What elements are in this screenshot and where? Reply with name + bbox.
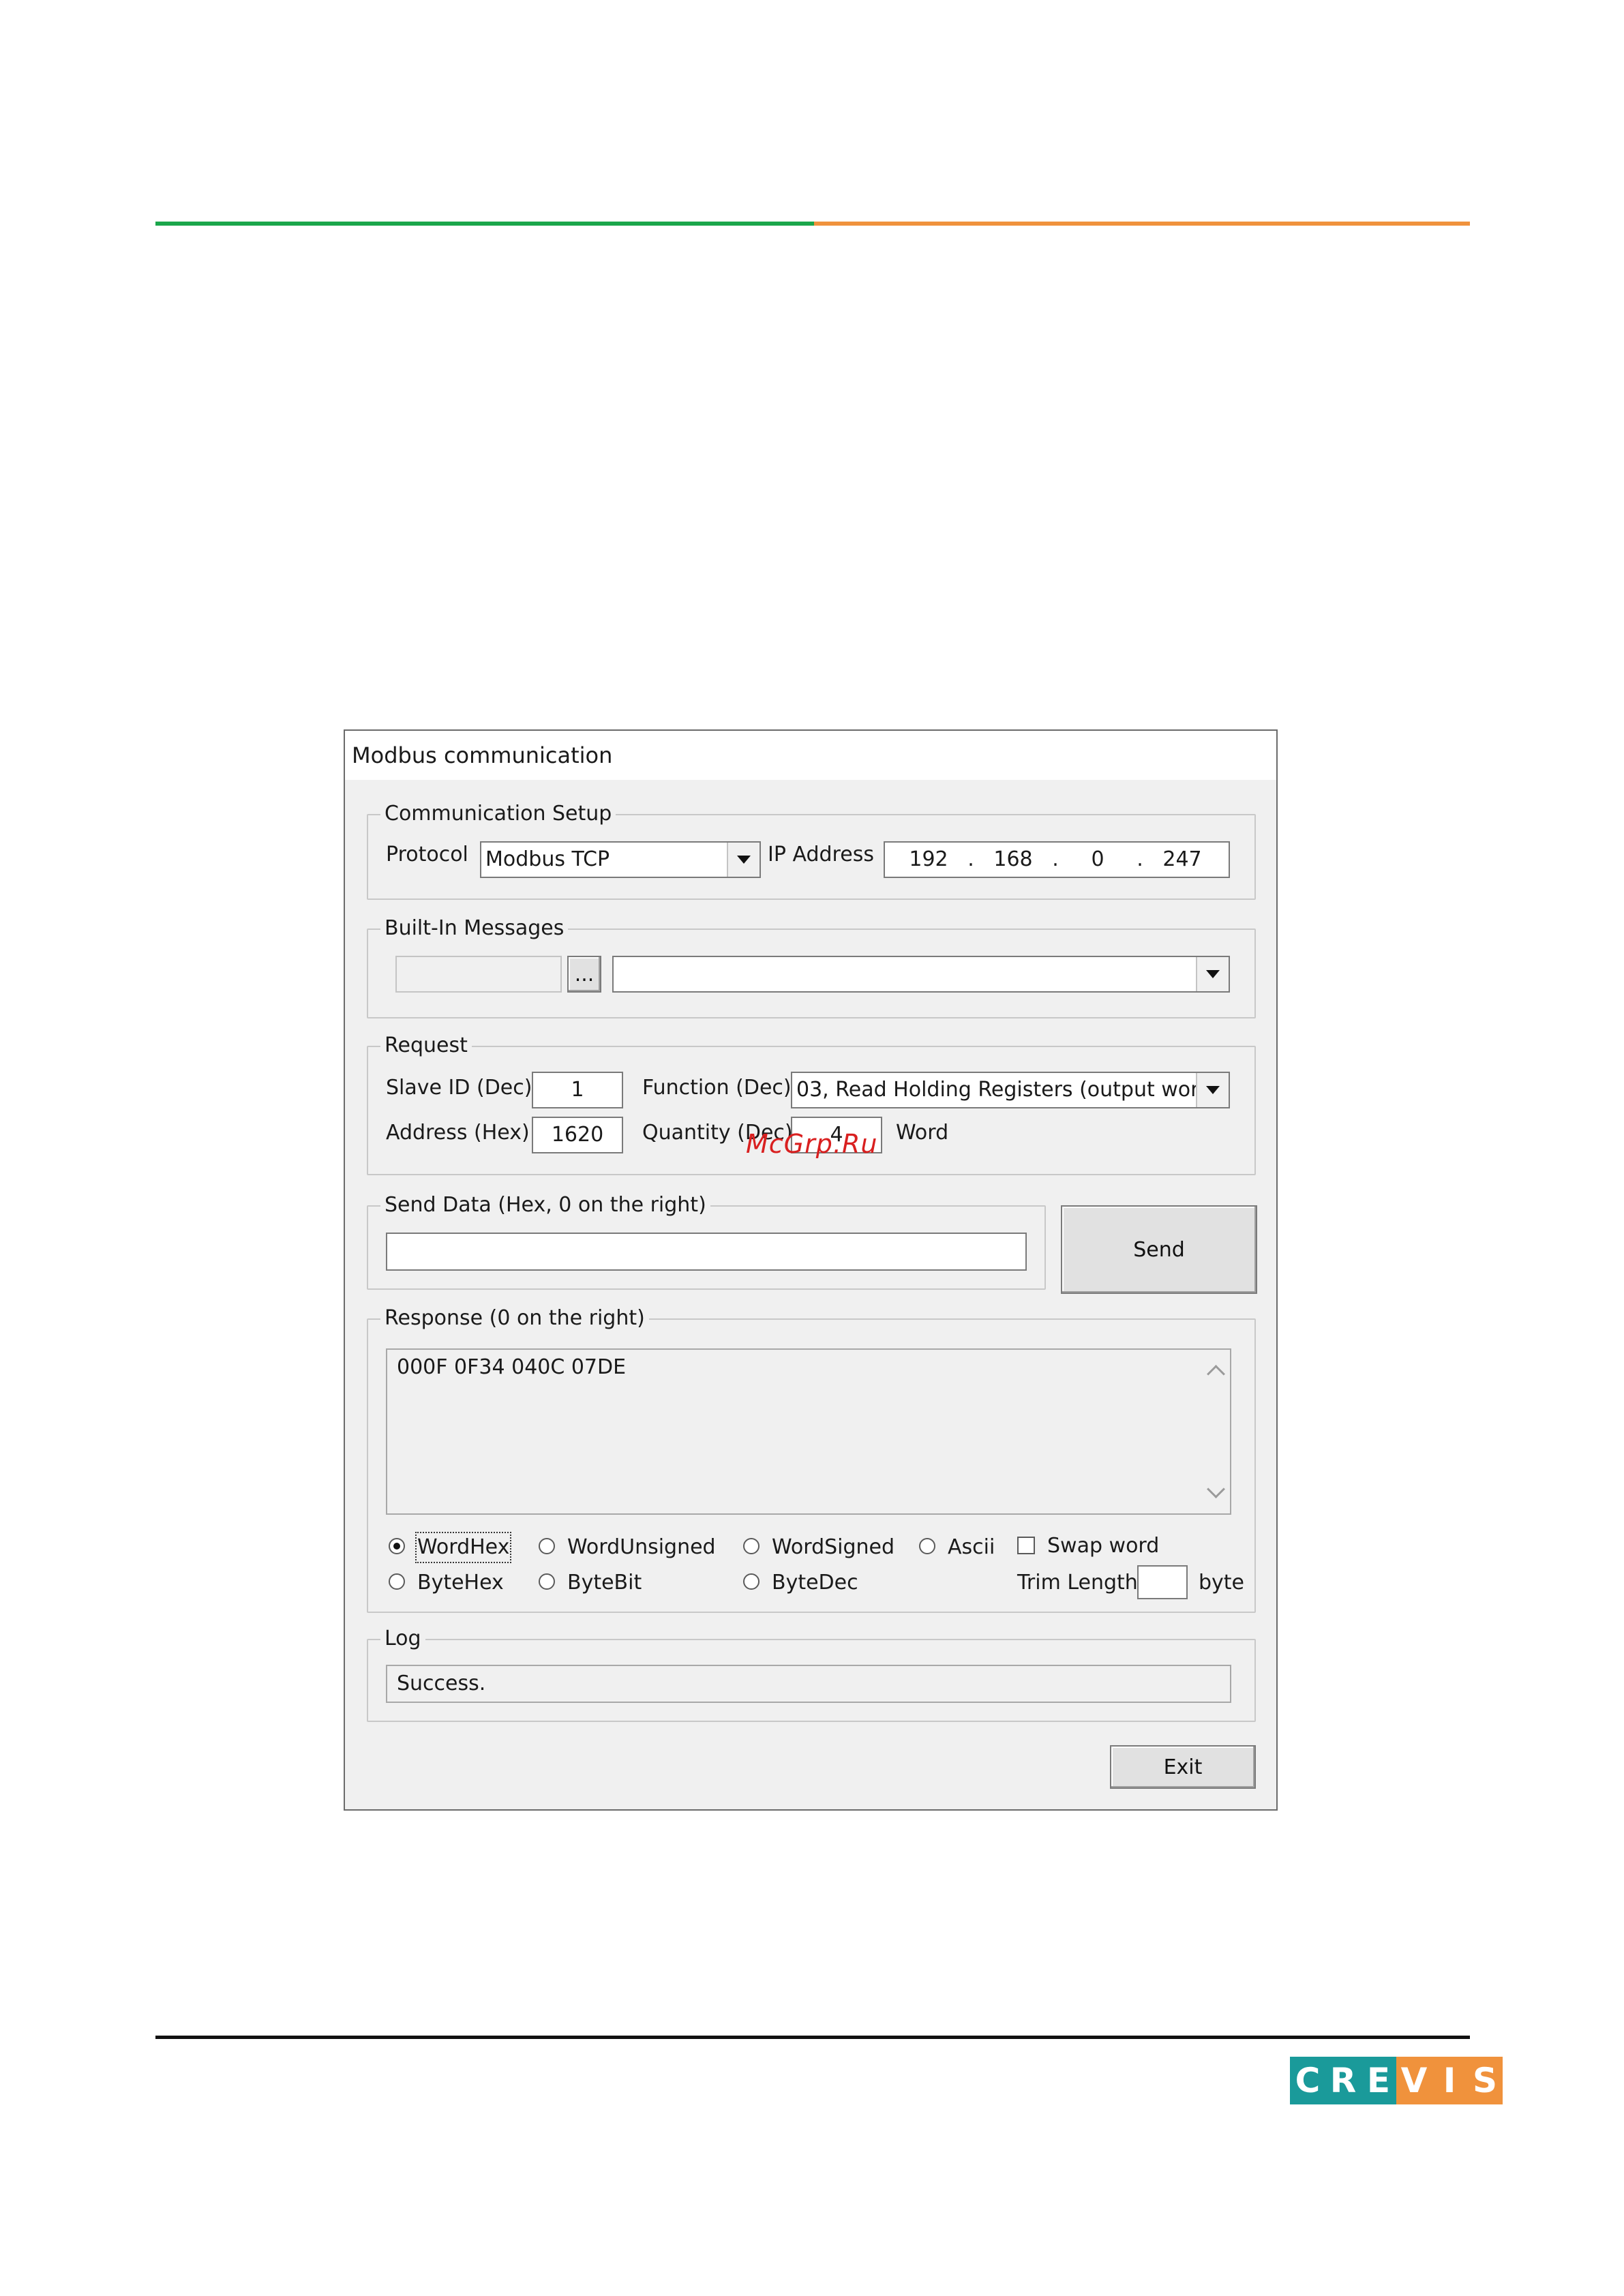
protocol-select[interactable]: Modbus TCP bbox=[480, 841, 761, 878]
trim-length-unit: byte bbox=[1199, 1571, 1245, 1595]
trim-length-label: Trim Length bbox=[1017, 1571, 1138, 1595]
chevron-down-icon bbox=[1206, 970, 1220, 978]
ip-address-input[interactable]: 192 . 168 . 0 . 247 bbox=[884, 841, 1230, 878]
protocol-label: Protocol bbox=[386, 843, 468, 866]
built-in-message-path bbox=[395, 956, 562, 993]
radio-bytehex[interactable] bbox=[389, 1573, 405, 1590]
send-data-title: Send Data (Hex, 0 on the right) bbox=[380, 1192, 710, 1219]
radio-ascii-label[interactable]: Ascii bbox=[948, 1534, 995, 1561]
radio-bytehex-label[interactable]: ByteHex bbox=[417, 1569, 504, 1597]
protocol-dropdown-button[interactable] bbox=[727, 843, 760, 877]
ip-octet-4[interactable]: 247 bbox=[1155, 843, 1209, 877]
message-dropdown-button[interactable] bbox=[1196, 957, 1229, 991]
response-output[interactable]: 000F 0F34 040C 07DE bbox=[386, 1348, 1231, 1515]
response-group: Response (0 on the right) 000F 0F34 040C… bbox=[367, 1305, 1256, 1613]
protocol-value: Modbus TCP bbox=[485, 847, 610, 871]
swap-word-checkbox[interactable] bbox=[1017, 1537, 1035, 1554]
log-title: Log bbox=[380, 1625, 425, 1652]
log-group: Log Success. bbox=[367, 1625, 1256, 1722]
slave-id-input[interactable]: 1 bbox=[532, 1072, 623, 1108]
radio-bytebit-label[interactable]: ByteBit bbox=[567, 1569, 642, 1597]
send-data-group: Send Data (Hex, 0 on the right) bbox=[367, 1192, 1046, 1290]
swap-word-label[interactable]: Swap word bbox=[1047, 1532, 1159, 1560]
logo-letter: R bbox=[1325, 2057, 1361, 2104]
scroll-down-icon[interactable] bbox=[1207, 1480, 1225, 1498]
radio-bytedec-label[interactable]: ByteDec bbox=[772, 1569, 858, 1597]
header-rule-orange bbox=[814, 222, 1470, 226]
modbus-dialog: Modbus communication Communication Setup… bbox=[344, 729, 1278, 1811]
function-select[interactable]: 03, Read Holding Registers (output word) bbox=[791, 1072, 1230, 1108]
header-rule-green bbox=[155, 222, 814, 226]
function-value: 03, Read Holding Registers (output word) bbox=[796, 1078, 1220, 1102]
logo-letter: I bbox=[1432, 2057, 1467, 2104]
function-dropdown-button[interactable] bbox=[1196, 1073, 1229, 1107]
radio-ascii[interactable] bbox=[919, 1538, 935, 1554]
send-button[interactable]: Send bbox=[1061, 1205, 1257, 1294]
address-input[interactable]: 1620 bbox=[532, 1117, 623, 1153]
built-in-messages-title: Built-In Messages bbox=[380, 915, 569, 942]
request-title: Request bbox=[380, 1032, 472, 1059]
function-label: Function (Dec) bbox=[642, 1076, 792, 1100]
ip-dot: . bbox=[1052, 847, 1059, 871]
log-output: Success. bbox=[386, 1665, 1231, 1703]
radio-bytedec[interactable] bbox=[743, 1573, 760, 1590]
radio-wordhex-label[interactable]: WordHex bbox=[415, 1532, 512, 1563]
chevron-down-icon bbox=[1206, 1086, 1220, 1094]
send-data-input[interactable] bbox=[386, 1233, 1027, 1271]
browse-button[interactable]: ... bbox=[567, 956, 601, 993]
ip-dot: . bbox=[967, 847, 974, 871]
quantity-unit: Word bbox=[896, 1121, 949, 1145]
chevron-down-icon bbox=[737, 856, 751, 864]
watermark-text: McGrp.Ru bbox=[746, 1129, 878, 1159]
response-scrollbar[interactable] bbox=[1203, 1350, 1230, 1513]
logo-letter: C bbox=[1290, 2057, 1325, 2104]
radio-wordsigned[interactable] bbox=[743, 1538, 760, 1554]
ip-octet-1[interactable]: 192 bbox=[901, 843, 956, 877]
logo-letter: V bbox=[1396, 2057, 1432, 2104]
exit-button[interactable]: Exit bbox=[1110, 1745, 1256, 1789]
scroll-up-icon[interactable] bbox=[1207, 1365, 1225, 1383]
radio-wordunsigned-label[interactable]: WordUnsigned bbox=[567, 1534, 716, 1561]
radio-wordhex[interactable] bbox=[389, 1538, 405, 1554]
radio-wordunsigned[interactable] bbox=[539, 1538, 555, 1554]
logo-letter: E bbox=[1361, 2057, 1396, 2104]
radio-wordsigned-label[interactable]: WordSigned bbox=[772, 1534, 894, 1561]
ip-octet-2[interactable]: 168 bbox=[986, 843, 1040, 877]
address-label: Address (Hex) bbox=[386, 1121, 530, 1145]
communication-setup-group: Communication Setup Protocol Modbus TCP … bbox=[367, 800, 1256, 900]
response-title: Response (0 on the right) bbox=[380, 1305, 649, 1332]
window-title: Modbus communication bbox=[345, 731, 1276, 780]
built-in-messages-group: Built-In Messages ... bbox=[367, 915, 1256, 1018]
crevis-logo: C R E V I S bbox=[1290, 2057, 1503, 2104]
ip-address-label: IP Address bbox=[768, 843, 874, 866]
ip-octet-3[interactable]: 0 bbox=[1070, 843, 1125, 877]
slave-id-label: Slave ID (Dec) bbox=[386, 1076, 532, 1100]
logo-letter: S bbox=[1467, 2057, 1503, 2104]
response-value: 000F 0F34 040C 07DE bbox=[397, 1355, 627, 1379]
log-value: Success. bbox=[397, 1672, 486, 1695]
built-in-message-select[interactable] bbox=[612, 956, 1230, 993]
ip-dot: . bbox=[1137, 847, 1143, 871]
trim-length-input[interactable] bbox=[1137, 1565, 1188, 1599]
communication-setup-title: Communication Setup bbox=[380, 800, 616, 828]
radio-bytebit[interactable] bbox=[539, 1573, 555, 1590]
footer-rule bbox=[155, 2036, 1470, 2039]
